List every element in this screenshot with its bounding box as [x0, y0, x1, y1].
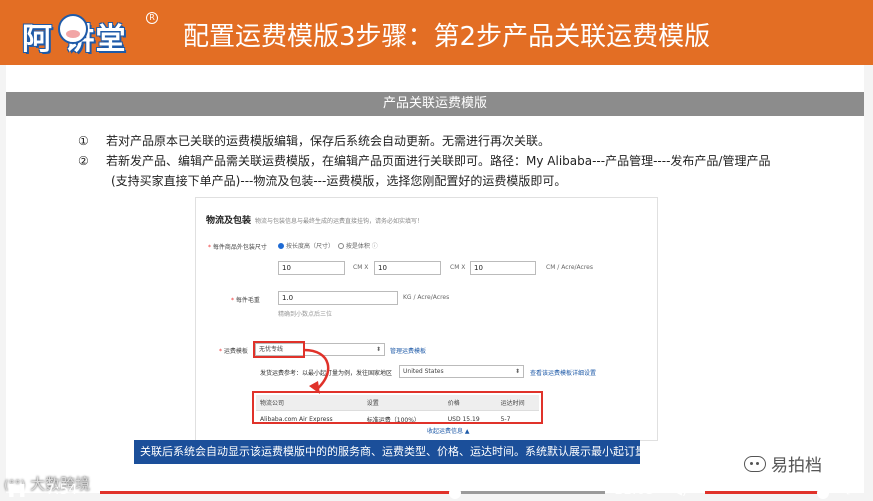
manage-template-link[interactable]: 管理运费模板 [390, 346, 426, 355]
current-time: 7:54 [46, 482, 78, 498]
collapse-shipping-link[interactable]: 收起运费信息 ▲ [427, 426, 470, 435]
step-text-continued: (支持买家直接下单产品)---物流及包装---运费模版，选择您刚配置好的运费模版… [111, 174, 567, 188]
total-time: 11:03 [614, 482, 655, 498]
volume-icon[interactable]: ◀) [672, 480, 687, 501]
wechat-icon [744, 456, 766, 472]
template-detail-link[interactable]: 查看该运费模板详细设置 [530, 368, 596, 377]
progress-handle[interactable] [449, 487, 461, 499]
width-input[interactable]: 10 [374, 261, 441, 275]
embedded-form-screenshot: 物流及包装 物流与包装信息与最终生成的运费直接挂钩，请务必如实填写！ * 每件商品… [195, 197, 658, 441]
caption-bar: 关联后系统会自动显示该运费模版中的的服务商、运费类型、价格、运达时间。系统默认展… [134, 440, 640, 464]
step-number: ② [78, 154, 89, 168]
size-radio-group[interactable]: 按长度高（尺寸） 按是体积 ⓘ [278, 241, 378, 250]
fullscreen-icon[interactable]: ⤢ [846, 480, 856, 501]
weight-input[interactable]: 1.0 [278, 291, 398, 305]
step-item: ① 若对产品原本已关联的运费模版编辑，保存后系统会自动更新。无需进行再次关联。 [78, 131, 838, 151]
volume-handle[interactable] [817, 487, 829, 499]
weight-label: * 每件毛重 [231, 297, 260, 304]
weight-unit: KG / Acre/Acres [403, 294, 450, 301]
radio-unchecked-icon [337, 243, 344, 249]
registered-mark-icon: R [146, 12, 158, 24]
pause-icon[interactable]: ❚❚ [6, 480, 28, 501]
radio-checked-icon [278, 243, 284, 249]
brand-logo: 阿 讲堂 R [18, 8, 158, 58]
cow-mascot-icon [58, 14, 88, 44]
step-text: 若新发产品、编辑产品需关联运费模版，在编辑产品页面进行关联即可。路径：My Al… [106, 154, 771, 168]
step-text: 若对产品原本已关联的运费模版编辑，保存后系统会自动更新。无需进行再次关联。 [106, 134, 551, 148]
slide-title: 配置运费模版3步骤：第2步产品关联运费模版 [183, 22, 711, 52]
video-frame: 阿 讲堂 R 配置运费模版3步骤：第2步产品关联运费模版 产品关联运费模版 ① … [0, 0, 873, 501]
shipping-reference-label: 发货运费参考：以最小起订量为例，发往国家地区 [260, 370, 393, 377]
template-label: * 运费模板 [219, 348, 248, 355]
step-number: ① [78, 134, 89, 148]
dim-separator: CM X [450, 264, 466, 271]
country-select[interactable]: United States ⬍ [399, 365, 524, 378]
chevron-down-icon: ⬍ [514, 368, 520, 375]
weight-hint: 精确到小数点后三位 [278, 311, 333, 318]
progress-played[interactable] [100, 491, 455, 494]
dim-unit: CM / Acre/Acres [546, 264, 593, 271]
step-item: ② 若新发产品、编辑产品需关联运费模版，在编辑产品页面进行关联即可。路径：My … [78, 151, 838, 191]
form-heading: 物流及包装 物流与包装信息与最终生成的运费直接挂钩，请务必如实填写！ [206, 216, 424, 226]
progress-remaining[interactable] [455, 491, 605, 494]
slide-body: 产品关联运费模版 ① 若对产品原本已关联的运费模版编辑，保存后系统会自动更新。无… [6, 65, 864, 493]
height-input[interactable]: 10 [470, 261, 536, 275]
watermark-right: 易拍档 [744, 451, 822, 476]
volume-level[interactable] [705, 491, 821, 494]
template-highlight [253, 341, 305, 358]
length-input[interactable]: 10 [278, 261, 345, 275]
video-controls: ❚❚ 7:54 11:03 ◀) ⤢ [0, 480, 873, 501]
step-list: ① 若对产品原本已关联的运费模版编辑，保存后系统会自动更新。无需进行再次关联。 … [78, 131, 838, 191]
slide-header: 阿 讲堂 R 配置运费模版3步骤：第2步产品关联运费模版 [0, 0, 873, 65]
size-label: * 每件商品外包装尺寸 [208, 244, 267, 251]
section-title: 产品关联运费模版 [6, 92, 864, 116]
dim-separator: CM X [353, 264, 369, 271]
form-heading-note: 物流与包装信息与最终生成的运费直接挂钩，请务必如实填写！ [255, 218, 424, 225]
chevron-down-icon: ⬍ [375, 346, 381, 353]
table-highlight [252, 391, 543, 424]
